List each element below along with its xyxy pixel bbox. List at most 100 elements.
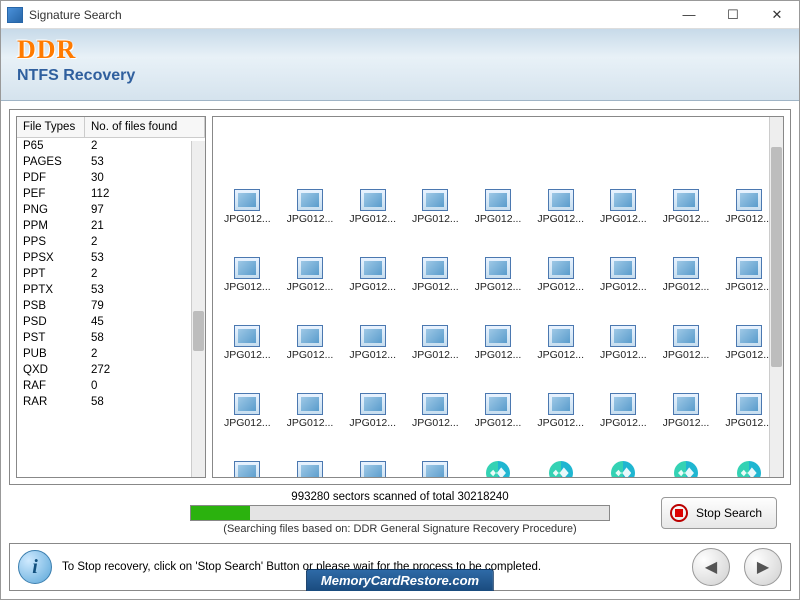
- preview-file[interactable]: JPG012...: [593, 325, 654, 389]
- preview-file[interactable]: JPG012...: [468, 257, 529, 321]
- preview-file[interactable]: HTML00...: [593, 461, 654, 477]
- preview-file[interactable]: JPG012...: [468, 189, 529, 253]
- preview-file-label: JPG012...: [349, 417, 396, 429]
- preview-file[interactable]: JPG012...: [280, 393, 341, 457]
- preview-file-label: JPG012...: [725, 417, 772, 429]
- close-button[interactable]: ✕: [755, 1, 799, 29]
- preview-file[interactable]: JPG012...: [280, 189, 341, 253]
- preview-cutoff-row: [217, 121, 779, 131]
- preview-file[interactable]: JPG012...: [280, 461, 341, 477]
- filetype-name: RAR: [17, 394, 85, 410]
- preview-file-label: JPG012...: [412, 417, 459, 429]
- info-icon: i: [18, 550, 52, 584]
- filetype-name: PST: [17, 330, 85, 346]
- filetypes-row[interactable]: PNG97: [17, 202, 205, 218]
- filetypes-row[interactable]: PPTX53: [17, 282, 205, 298]
- minimize-button[interactable]: —: [667, 1, 711, 29]
- preview-file[interactable]: JPG012...: [280, 257, 341, 321]
- filetypes-row[interactable]: PPT2: [17, 266, 205, 282]
- preview-file[interactable]: JPG012...: [405, 325, 466, 389]
- preview-file[interactable]: JPG012...: [405, 189, 466, 253]
- image-file-icon: [360, 393, 386, 415]
- image-file-icon: [422, 257, 448, 279]
- site-badge[interactable]: MemoryCardRestore.com: [306, 569, 494, 591]
- filetypes-row[interactable]: PAGES53: [17, 154, 205, 170]
- image-file-icon: [422, 393, 448, 415]
- filetypes-row[interactable]: PUB2: [17, 346, 205, 362]
- filetypes-col1-header[interactable]: File Types: [17, 117, 85, 137]
- preview-file-label: JPG012...: [287, 417, 334, 429]
- filetypes-row[interactable]: PPS2: [17, 234, 205, 250]
- filetypes-row[interactable]: PST58: [17, 330, 205, 346]
- preview-file-label: JPG012...: [537, 349, 584, 361]
- preview-file[interactable]: JPG012...: [342, 393, 403, 457]
- preview-file[interactable]: HTML00...: [530, 461, 591, 477]
- preview-file[interactable]: JPG012...: [656, 393, 717, 457]
- app-icon: [7, 7, 23, 23]
- filetypes-row[interactable]: RAR58: [17, 394, 205, 410]
- stop-search-button[interactable]: Stop Search: [661, 497, 777, 529]
- filetypes-header: File Types No. of files found: [17, 117, 205, 138]
- filetypes-scrollbar[interactable]: [191, 141, 205, 477]
- preview-scrollbar[interactable]: [769, 117, 783, 477]
- preview-file[interactable]: JPG012...: [342, 325, 403, 389]
- preview-file[interactable]: JPG012...: [530, 325, 591, 389]
- image-file-icon: [485, 189, 511, 211]
- filetype-count: 2: [85, 138, 205, 154]
- back-button[interactable]: ◀: [692, 548, 730, 586]
- filetypes-row[interactable]: PSB79: [17, 298, 205, 314]
- preview-file-label: JPG012...: [600, 417, 647, 429]
- forward-button[interactable]: ▶: [744, 548, 782, 586]
- filetypes-scroll-thumb[interactable]: [193, 311, 204, 351]
- preview-panel: JPG012...JPG012...JPG012...JPG012...JPG0…: [212, 116, 784, 478]
- image-file-icon: [736, 189, 762, 211]
- maximize-button[interactable]: ☐: [711, 1, 755, 29]
- preview-file[interactable]: JPG012...: [656, 257, 717, 321]
- preview-file[interactable]: JPG012...: [217, 461, 278, 477]
- filetypes-row[interactable]: PDF30: [17, 170, 205, 186]
- preview-file[interactable]: JPG012...: [530, 257, 591, 321]
- stop-search-label: Stop Search: [696, 506, 762, 520]
- image-file-icon: [736, 325, 762, 347]
- filetypes-row[interactable]: QXD272: [17, 362, 205, 378]
- preview-file-label: JPG012...: [349, 281, 396, 293]
- filetypes-row[interactable]: PSD45: [17, 314, 205, 330]
- preview-file[interactable]: JPG012...: [530, 189, 591, 253]
- preview-file[interactable]: JPG012...: [656, 189, 717, 253]
- preview-file[interactable]: JPG012...: [468, 325, 529, 389]
- preview-file[interactable]: JPG012...: [342, 461, 403, 477]
- preview-file[interactable]: HTML00...: [468, 461, 529, 477]
- filetypes-row[interactable]: PPM21: [17, 218, 205, 234]
- preview-file[interactable]: JPG012...: [405, 393, 466, 457]
- image-file-icon: [234, 189, 260, 211]
- preview-file[interactable]: JPG012...: [280, 325, 341, 389]
- preview-file[interactable]: JPG012...: [342, 257, 403, 321]
- preview-file[interactable]: JPG012...: [530, 393, 591, 457]
- preview-file[interactable]: JPG012...: [217, 393, 278, 457]
- preview-file[interactable]: JPG012...: [593, 257, 654, 321]
- preview-file[interactable]: JPG012...: [593, 189, 654, 253]
- preview-file[interactable]: JPG012...: [217, 257, 278, 321]
- preview-file[interactable]: JPG012...: [217, 325, 278, 389]
- preview-file[interactable]: JPG012...: [342, 189, 403, 253]
- filetypes-col2-header[interactable]: No. of files found: [85, 117, 205, 137]
- preview-file[interactable]: JPG012...: [405, 257, 466, 321]
- preview-file[interactable]: JPG012...: [593, 393, 654, 457]
- filetypes-row[interactable]: RAF0: [17, 378, 205, 394]
- preview-file[interactable]: JPG012...: [405, 461, 466, 477]
- filetypes-row[interactable]: P652: [17, 138, 205, 154]
- preview-file[interactable]: JPG012...: [217, 189, 278, 253]
- preview-file[interactable]: JPG012...: [468, 393, 529, 457]
- preview-file[interactable]: HTML00...: [656, 461, 717, 477]
- preview-file[interactable]: JPG012...: [656, 325, 717, 389]
- preview-scroll-thumb[interactable]: [771, 147, 782, 367]
- preview-file-label: JPG012...: [475, 417, 522, 429]
- html-file-icon: [486, 461, 510, 477]
- content-area: File Types No. of files found P652PAGES5…: [1, 101, 799, 543]
- main-panels: File Types No. of files found P652PAGES5…: [9, 109, 791, 485]
- filetypes-row[interactable]: PEF112: [17, 186, 205, 202]
- image-file-icon: [485, 257, 511, 279]
- filetype-name: PSD: [17, 314, 85, 330]
- filetypes-row[interactable]: PPSX53: [17, 250, 205, 266]
- image-file-icon: [548, 189, 574, 211]
